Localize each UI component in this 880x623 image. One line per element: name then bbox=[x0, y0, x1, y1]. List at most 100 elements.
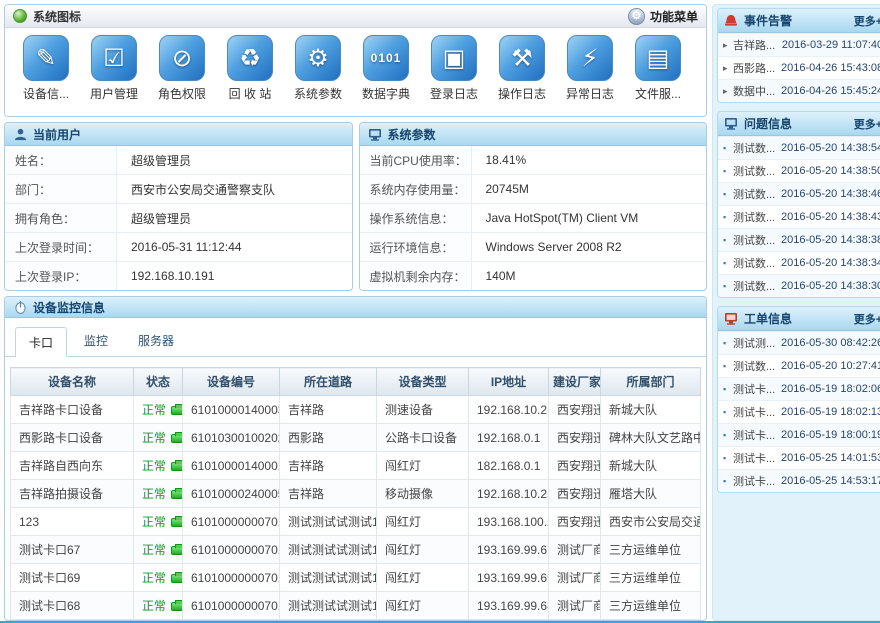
more-link[interactable]: 更多+ bbox=[854, 13, 880, 29]
device-monitoring-header: 设备监控信息 bbox=[5, 297, 706, 318]
toolbar-item-1[interactable]: ☑用户管理 bbox=[89, 35, 139, 102]
status-badge: 正常 bbox=[142, 459, 166, 473]
system-params-title: 系统参数 bbox=[388, 126, 436, 143]
device-tabs: 卡口监控服务器 bbox=[5, 318, 706, 357]
device-type-cell: 闯红灯 bbox=[377, 564, 469, 592]
toolbar-item-8[interactable]: ⚡异常日志 bbox=[565, 35, 615, 102]
side-list-item[interactable]: ▪测试卡...2016-05-19 18:02:13 bbox=[718, 400, 880, 423]
toolbar-item-label: 文件服... bbox=[635, 85, 681, 102]
item-name: 西影路... bbox=[733, 60, 781, 76]
side-list-item[interactable]: ▪测试卡...2016-05-19 18:02:06 bbox=[718, 377, 880, 400]
user-label: 拥有角色： bbox=[5, 204, 117, 232]
toolbar-item-4[interactable]: ⚙ 系统参数 bbox=[293, 35, 343, 102]
user-value: 2016-05-31 11:12:44 bbox=[117, 233, 352, 261]
function-menu-button[interactable]: ⚙ 功能菜单 bbox=[628, 8, 698, 25]
toolbar-item-9[interactable]: ▤文件服... bbox=[633, 35, 683, 102]
side-panel-header: 事件告警更多+ bbox=[718, 9, 880, 33]
department-cell: 新城大队 bbox=[601, 452, 701, 480]
toolbar-item-7[interactable]: ⚒操作日志 bbox=[497, 35, 547, 102]
tab-监控[interactable]: 监控 bbox=[71, 326, 121, 356]
item-time: 2016-05-19 18:02:13 bbox=[781, 406, 880, 418]
table-row[interactable]: 西影路卡口设备正常61010300100202西影路公路卡口设备192.168.… bbox=[11, 424, 701, 452]
side-list-item[interactable]: ▪测试数...2016-05-20 14:38:30 bbox=[718, 274, 880, 297]
tab-服务器[interactable]: 服务器 bbox=[125, 326, 187, 356]
printer-icon bbox=[171, 574, 182, 583]
table-row[interactable]: 测试卡口69正常61010000000701测试测试试测试1测闯红灯193.16… bbox=[11, 564, 701, 592]
status-cell: 正常 bbox=[134, 424, 183, 452]
status-cell: 正常 bbox=[134, 396, 183, 424]
side-list-item[interactable]: ▪测试数...2016-05-20 14:38:38 bbox=[718, 228, 880, 251]
system-params-icon: ⚙ bbox=[295, 35, 341, 81]
item-time: 2016-05-25 14:01:53 bbox=[781, 452, 880, 464]
toolbar-item-2[interactable]: ⊘角色权限 bbox=[157, 35, 207, 102]
side-list-item[interactable]: ▪测试数...2016-05-20 14:38:34 bbox=[718, 251, 880, 274]
more-link[interactable]: 更多+ bbox=[854, 116, 880, 132]
toolbar-item-label: 系统参数 bbox=[294, 85, 342, 102]
vendor-cell: 测试厂商 bbox=[549, 564, 601, 592]
printer-icon bbox=[171, 434, 182, 443]
bullet-icon: ▪ bbox=[723, 361, 733, 371]
toolbar-item-6[interactable]: ▣ 登录日志 bbox=[429, 35, 479, 102]
device-type-cell: 闯红灯 bbox=[377, 592, 469, 620]
toolbar-item-0[interactable]: ✎设备信... bbox=[21, 35, 71, 102]
table-row[interactable]: 测试卡口67正常61010000000701测试测试试测试1测闯红灯193.16… bbox=[11, 536, 701, 564]
system-params-panel: 系统参数 当前CPU使用率：18.41%系统内存使用量：20745M操作系统信息… bbox=[359, 122, 708, 291]
bullet-icon: ▪ bbox=[723, 338, 733, 348]
side-panel-2: 工单信息更多+▪测试测...2016-05-30 08:42:26▪测试数...… bbox=[717, 306, 880, 493]
shortcut-toolbar: ✎设备信... ☑用户管理 ⊘角色权限 ♻回 收 站 ⚙ 系统参数 0101数据字典 ▣ 登录日… bbox=[5, 28, 706, 116]
user-value: 西安市公安局交通警察支队 bbox=[117, 175, 352, 203]
item-name: 测试数... bbox=[733, 163, 781, 179]
item-time: 2016-05-20 10:27:41 bbox=[781, 360, 880, 372]
side-list-item[interactable]: ▸数据中...2016-04-26 15:45:24 bbox=[718, 79, 880, 102]
right-sidebar: 事件告警更多+▸吉祥路...2016-03-29 11:07:40▸西影路...… bbox=[712, 4, 880, 621]
side-list-item[interactable]: ▪测试数...2016-05-20 14:38:46 bbox=[718, 182, 880, 205]
table-row[interactable]: 测试卡口68正常61010000000701测试测试试测试1测闯红灯193.16… bbox=[11, 592, 701, 620]
user-row-0: 姓名：超级管理员 bbox=[5, 146, 352, 175]
system-params-rows: 当前CPU使用率：18.41%系统内存使用量：20745M操作系统信息：Java… bbox=[360, 146, 707, 290]
user-row-2: 拥有角色：超级管理员 bbox=[5, 204, 352, 233]
current-user-panel: 当前用户 姓名：超级管理员部门：西安市公安局交通警察支队拥有角色：超级管理员上次… bbox=[4, 122, 353, 291]
toolbar-item-label: 登录日志 bbox=[430, 85, 478, 102]
printer-icon bbox=[171, 406, 182, 415]
device-number-cell: 61010000000701 bbox=[183, 536, 280, 564]
bullet-icon: ▪ bbox=[723, 384, 733, 394]
side-list-item[interactable]: ▸吉祥路...2016-03-29 11:07:40 bbox=[718, 33, 880, 56]
monitor-blue-icon bbox=[724, 117, 738, 131]
table-row[interactable]: 吉祥路拍摄设备正常61010000240005吉祥路移动摄像192.168.10… bbox=[11, 480, 701, 508]
toolbar-item-3[interactable]: ♻回 收 站 bbox=[225, 35, 275, 102]
vendor-cell: 西安翔迅 bbox=[549, 396, 601, 424]
side-list-item[interactable]: ▪测试测...2016-05-30 08:42:26 bbox=[718, 331, 880, 354]
globe-icon bbox=[13, 9, 27, 23]
device-monitoring-panel: 设备监控信息 卡口监控服务器 设备名称状态设备编号所在道路设备类型IP地址建设厂… bbox=[4, 296, 707, 621]
item-name: 测试数... bbox=[733, 358, 781, 374]
side-list-item[interactable]: ▪测试数...2016-05-20 14:38:54 bbox=[718, 136, 880, 159]
device-monitoring-title: 设备监控信息 bbox=[33, 299, 105, 316]
role-permission-icon: ⊘ bbox=[159, 35, 205, 81]
tab-卡口[interactable]: 卡口 bbox=[15, 327, 67, 357]
side-list-item[interactable]: ▪测试数...2016-05-20 10:27:41 bbox=[718, 354, 880, 377]
toolbar-item-5[interactable]: 0101数据字典 bbox=[361, 35, 411, 102]
side-list-item[interactable]: ▸西影路...2016-04-26 15:43:08 bbox=[718, 56, 880, 79]
side-list-item[interactable]: ▪测试卡...2016-05-25 14:01:53 bbox=[718, 446, 880, 469]
login-log-icon: ▣ bbox=[431, 35, 477, 81]
side-list-item[interactable]: ▪测试卡...2016-05-19 18:00:19 bbox=[718, 423, 880, 446]
item-name: 测试数... bbox=[733, 186, 781, 202]
bullet-icon: ▪ bbox=[723, 235, 733, 245]
status-cell: 正常 bbox=[134, 592, 183, 620]
column-header: IP地址 bbox=[469, 368, 549, 396]
current-user-header: 当前用户 bbox=[5, 123, 352, 146]
column-header: 状态 bbox=[134, 368, 183, 396]
more-link[interactable]: 更多+ bbox=[854, 311, 880, 327]
sysparam-label: 操作系统信息： bbox=[360, 204, 472, 232]
device-name-cell: 测试卡口69 bbox=[11, 564, 134, 592]
column-header: 设备名称 bbox=[11, 368, 134, 396]
table-row[interactable]: 吉祥路自西向东正常61010000140001吉祥路闯红灯182.168.0.1… bbox=[11, 452, 701, 480]
side-list-item[interactable]: ▪测试卡...2016-05-25 14:53:17 bbox=[718, 469, 880, 492]
road-cell: 测试测试试测试1测 bbox=[280, 564, 377, 592]
table-row[interactable]: 吉祥路卡口设备正常61010000140003吉祥路测速设备192.168.10… bbox=[11, 396, 701, 424]
side-list-item[interactable]: ▪测试数...2016-05-20 14:38:43 bbox=[718, 205, 880, 228]
table-row[interactable]: 123正常61010000000701测试测试试测试1测闯红灯193.168.1… bbox=[11, 508, 701, 536]
side-list-item[interactable]: ▪测试数...2016-05-20 14:38:50 bbox=[718, 159, 880, 182]
status-cell: 正常 bbox=[134, 536, 183, 564]
device-number-cell: 61010000000701 bbox=[183, 564, 280, 592]
